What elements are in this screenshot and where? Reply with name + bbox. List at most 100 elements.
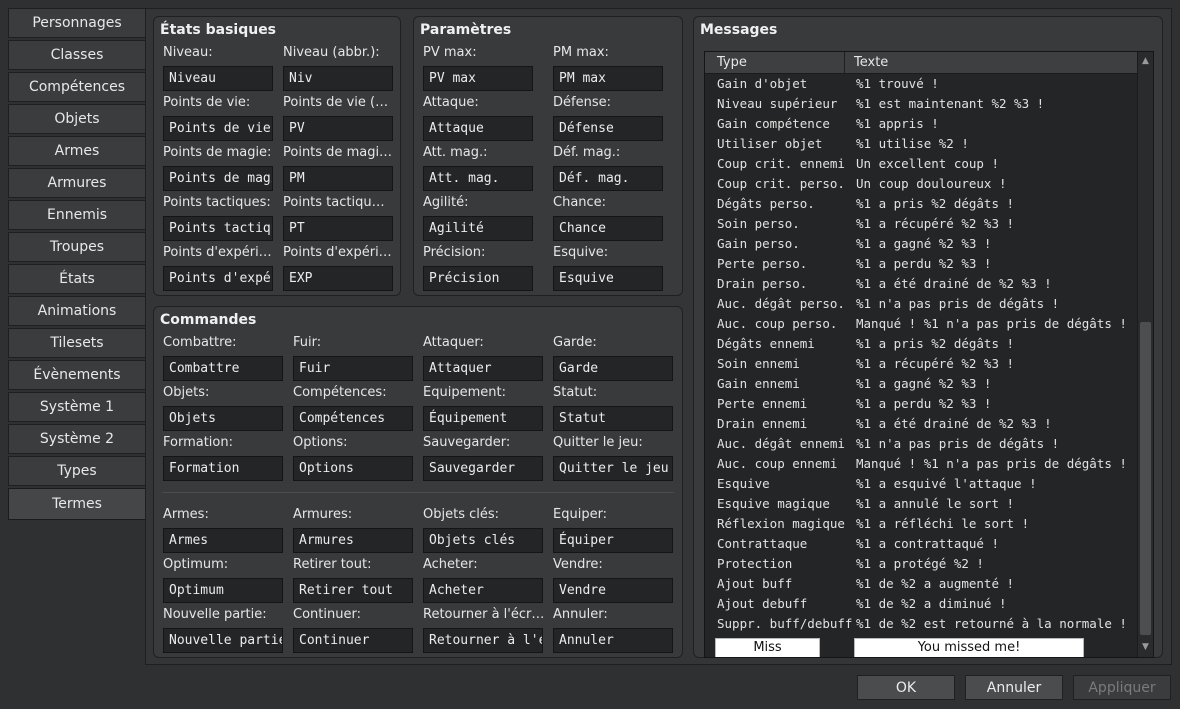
field-input[interactable]: Objets bbox=[163, 406, 283, 431]
field-input[interactable]: Niv bbox=[283, 66, 393, 91]
table-row[interactable]: Gain compétence %1 appris ! bbox=[705, 113, 1139, 133]
table-row[interactable]: Perte ennemi %1 a perdu %2 %3 ! bbox=[705, 393, 1139, 413]
table-row[interactable]: Suppr. buff/debuff %1 de %2 est retourné … bbox=[705, 613, 1139, 633]
tab-item[interactable]: Termes bbox=[8, 488, 146, 520]
scroll-down-arrow-icon[interactable]: ▼ bbox=[1138, 640, 1153, 655]
field-input[interactable]: PV max bbox=[423, 66, 533, 91]
field-input[interactable]: Vendre bbox=[553, 578, 673, 603]
cancel-button[interactable]: Annuler bbox=[965, 675, 1063, 700]
table-row[interactable]: Coup crit. perso. Un coup douloureux ! bbox=[705, 173, 1139, 193]
tab-item[interactable]: Personnages bbox=[8, 8, 146, 38]
field-input[interactable]: Sauvegarder bbox=[423, 456, 543, 481]
field-input[interactable]: Esquive bbox=[553, 266, 663, 291]
field-input[interactable]: Compétences bbox=[293, 406, 413, 431]
table-row[interactable]: Protection %1 a protégé %2 ! bbox=[705, 553, 1139, 573]
tab-item[interactable]: Système 2 bbox=[8, 424, 146, 454]
tab-item[interactable]: Système 1 bbox=[8, 392, 146, 422]
field-input[interactable]: Points tactiqu bbox=[163, 216, 273, 241]
column-header-text[interactable]: Texte bbox=[854, 55, 888, 70]
field-input[interactable]: Nouvelle partie bbox=[163, 628, 283, 653]
scroll-up-arrow-icon[interactable]: ▲ bbox=[1138, 54, 1153, 69]
tab-item[interactable]: Compétences bbox=[8, 72, 146, 102]
table-row[interactable]: Niveau supérieur %1 est maintenant %2 %3 … bbox=[705, 93, 1139, 113]
table-row[interactable]: Ajout buff %1 de %2 a augmenté ! bbox=[705, 573, 1139, 593]
field-input[interactable]: Attaquer bbox=[423, 356, 543, 381]
table-row[interactable]: Gain perso. %1 a gagné %2 %3 ! bbox=[705, 233, 1139, 253]
field-input[interactable]: Options bbox=[293, 456, 413, 481]
field-input[interactable]: Équiper bbox=[553, 528, 673, 553]
tab-item[interactable]: Évènements bbox=[8, 360, 146, 390]
field-input[interactable]: Points de magi bbox=[163, 166, 273, 191]
tab-item[interactable]: États bbox=[8, 264, 146, 294]
field-input[interactable]: PT bbox=[283, 216, 393, 241]
table-row[interactable]: Auc. dégât ennemi %1 n'a pas pris de dégâ… bbox=[705, 433, 1139, 453]
message-text-edit[interactable]: You missed me! bbox=[854, 638, 1084, 657]
tab-item[interactable]: Tilesets bbox=[8, 328, 146, 358]
field-input[interactable]: Armures bbox=[293, 528, 413, 553]
field-input[interactable]: Continuer bbox=[293, 628, 413, 653]
scrollbar-thumb[interactable] bbox=[1140, 322, 1151, 635]
field-input[interactable]: PM max bbox=[553, 66, 663, 91]
tab-item[interactable]: Armures bbox=[8, 168, 146, 198]
tab-item[interactable]: Armes bbox=[8, 136, 146, 166]
table-row[interactable]: Réflexion magique %1 a réfléchi le sort ! bbox=[705, 513, 1139, 533]
table-row[interactable]: Coup crit. ennemi Un excellent coup ! bbox=[705, 153, 1139, 173]
field-input[interactable]: Acheter bbox=[423, 578, 543, 603]
field-input[interactable]: Déf. mag. bbox=[553, 166, 663, 191]
field-input[interactable]: Points de vie bbox=[163, 116, 273, 141]
field-input[interactable]: Att. mag. bbox=[423, 166, 533, 191]
field-input[interactable]: Retirer tout bbox=[293, 578, 413, 603]
table-row[interactable]: Utiliser objet %1 utilise %2 ! bbox=[705, 133, 1139, 153]
field-input[interactable]: Chance bbox=[553, 216, 663, 241]
tab-item[interactable]: Ennemis bbox=[8, 200, 146, 230]
tab-item[interactable]: Objets bbox=[8, 104, 146, 134]
field-input[interactable]: Agilité bbox=[423, 216, 533, 241]
table-row[interactable]: Dégâts perso. %1 a pris %2 dégâts ! bbox=[705, 193, 1139, 213]
field-input[interactable]: Garde bbox=[553, 356, 673, 381]
field-input[interactable]: PV bbox=[283, 116, 393, 141]
field-input[interactable]: Combattre bbox=[163, 356, 283, 381]
table-row[interactable]: Perte perso. %1 a perdu %2 %3 ! bbox=[705, 253, 1139, 273]
messages-table[interactable]: Type Texte Gain d'objet %1 trouvé ! Niveau… bbox=[704, 51, 1154, 658]
field-input[interactable]: Équipement bbox=[423, 406, 543, 431]
table-row[interactable]: Drain ennemi %1 a été drainé de %2 %3 ! bbox=[705, 413, 1139, 433]
field-input[interactable]: Précision bbox=[423, 266, 533, 291]
table-row[interactable]: Contrattaque %1 a contrattaqué ! bbox=[705, 533, 1139, 553]
field-input[interactable]: EXP bbox=[283, 266, 393, 291]
field-input[interactable]: Objets clés bbox=[423, 528, 543, 553]
field-input[interactable]: Fuir bbox=[293, 356, 413, 381]
field-input[interactable]: Défense bbox=[553, 116, 663, 141]
field-input[interactable]: Armes bbox=[163, 528, 283, 553]
table-row[interactable]: Soin ennemi %1 a récupéré %2 %3 ! bbox=[705, 353, 1139, 373]
field-input[interactable]: Points d'expér bbox=[163, 266, 273, 291]
apply-button[interactable]: Appliquer bbox=[1073, 675, 1171, 700]
field-input[interactable]: Optimum bbox=[163, 578, 283, 603]
vertical-scrollbar[interactable]: ▲ ▼ bbox=[1137, 52, 1153, 657]
tab-item[interactable]: Troupes bbox=[8, 232, 146, 262]
table-row[interactable]: Drain perso. %1 a été drainé de %2 %3 ! bbox=[705, 273, 1139, 293]
table-row[interactable]: Soin perso. %1 a récupéré %2 %3 ! bbox=[705, 213, 1139, 233]
tab-item[interactable]: Animations bbox=[8, 296, 146, 326]
table-row[interactable]: Gain ennemi %1 a gagné %2 %3 ! bbox=[705, 373, 1139, 393]
table-row[interactable]: Esquive %1 a esquivé l'attaque ! bbox=[705, 473, 1139, 493]
table-row[interactable]: Dégâts ennemi %1 a pris %2 dégâts ! bbox=[705, 333, 1139, 353]
table-row[interactable]: Auc. coup perso. Manqué ! %1 n'a pas pris… bbox=[705, 313, 1139, 333]
table-row[interactable]: Ajout debuff %1 de %2 a diminué ! bbox=[705, 593, 1139, 613]
tab-item[interactable]: Classes bbox=[8, 40, 146, 70]
ok-button[interactable]: OK bbox=[857, 675, 955, 700]
table-row[interactable]: Gain d'objet %1 trouvé ! bbox=[705, 73, 1139, 93]
tab-item[interactable]: Types bbox=[8, 456, 146, 486]
field-input[interactable]: Attaque bbox=[423, 116, 533, 141]
field-input[interactable]: Formation bbox=[163, 456, 283, 481]
field-input[interactable]: PM bbox=[283, 166, 393, 191]
field-input[interactable]: Annuler bbox=[553, 628, 673, 653]
column-header-type[interactable]: Type bbox=[717, 55, 747, 70]
message-type-edit[interactable]: Miss bbox=[715, 638, 820, 657]
field-input[interactable]: Retourner à l'éc bbox=[423, 628, 543, 653]
table-row[interactable]: Auc. dégât perso. %1 n'a pas pris de dégâ… bbox=[705, 293, 1139, 313]
table-row[interactable]: Esquive magique %1 a annulé le sort ! bbox=[705, 493, 1139, 513]
field-input[interactable]: Niveau bbox=[163, 66, 273, 91]
field-input[interactable]: Statut bbox=[553, 406, 673, 431]
field-input[interactable]: Quitter le jeu bbox=[553, 456, 673, 481]
table-row[interactable]: Auc. coup ennemi Manqué ! %1 n'a pas pris… bbox=[705, 453, 1139, 473]
